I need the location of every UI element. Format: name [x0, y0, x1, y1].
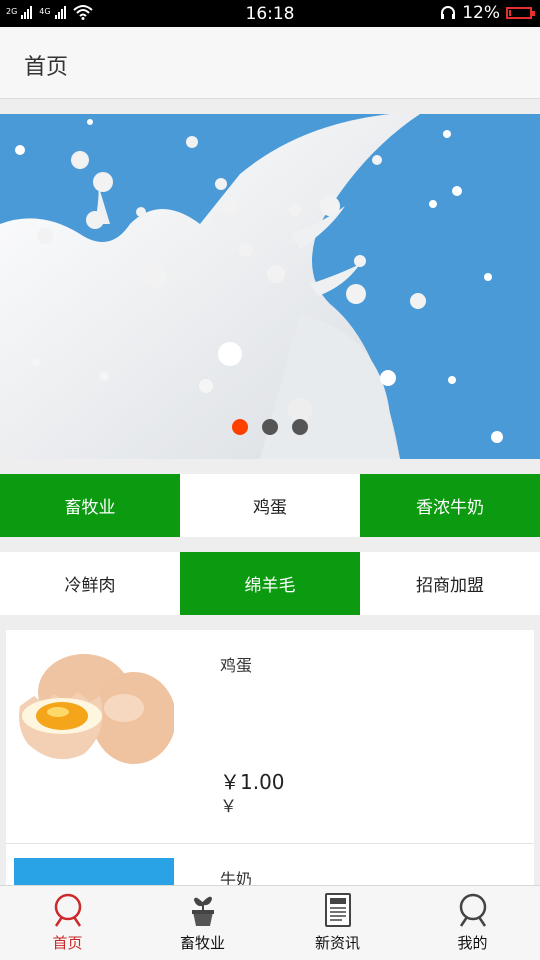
nav-home-label: 首页 [52, 934, 83, 952]
battery-percent: 12% [462, 3, 500, 23]
product-price: ￥1.00 [220, 770, 285, 794]
bottom-nav: 首页 畜牧业 新资讯 我的 [0, 885, 540, 960]
category-wool[interactable]: 绵羊毛 [180, 552, 360, 615]
home-icon [54, 893, 81, 927]
nav-home[interactable]: 首页 [0, 886, 135, 960]
battery-icon [506, 7, 535, 19]
banner-carousel[interactable] [0, 114, 540, 459]
user-icon [459, 893, 486, 927]
product-name: 鸡蛋 [220, 656, 253, 675]
nav-livestock[interactable]: 畜牧业 [135, 886, 270, 960]
category-livestock[interactable]: 畜牧业 [0, 474, 180, 537]
category-row-2: 冷鲜肉 绵羊毛 招商加盟 [0, 552, 540, 615]
nav-profile[interactable]: 我的 [405, 886, 540, 960]
nav-news[interactable]: 新资讯 [270, 886, 405, 960]
product-card[interactable]: 鸡蛋 ￥1.00 ￥ [6, 630, 534, 844]
news-icon [324, 893, 351, 927]
page-title: 首页 [24, 55, 69, 80]
nav-news-label: 新资讯 [314, 934, 360, 952]
carousel-dot[interactable] [232, 419, 248, 435]
carousel-indicators [0, 419, 540, 435]
category-chilled-meat[interactable]: 冷鲜肉 [0, 552, 180, 615]
plant-icon [191, 896, 214, 926]
eggs-image [19, 654, 174, 764]
category-row-1: 畜牧业 鸡蛋 香浓牛奶 [0, 474, 540, 537]
app-header: 首页 [0, 27, 540, 99]
headset-icon [441, 6, 456, 19]
status-bar: 2G 4G 16:18 12% [0, 0, 540, 27]
carousel-dot[interactable] [292, 419, 308, 435]
category-eggs[interactable]: 鸡蛋 [180, 474, 360, 537]
category-milk[interactable]: 香浓牛奶 [360, 474, 540, 537]
carousel-dot[interactable] [262, 419, 278, 435]
nav-profile-label: 我的 [457, 934, 488, 952]
product-list: 鸡蛋 ￥1.00 ￥ 牛奶 [6, 630, 534, 904]
product-currency: ￥ [220, 797, 237, 817]
category-franchise[interactable]: 招商加盟 [360, 552, 540, 615]
milk-splash-image [0, 114, 503, 459]
nav-livestock-label: 畜牧业 [179, 934, 225, 952]
status-right: 12% [440, 3, 535, 23]
